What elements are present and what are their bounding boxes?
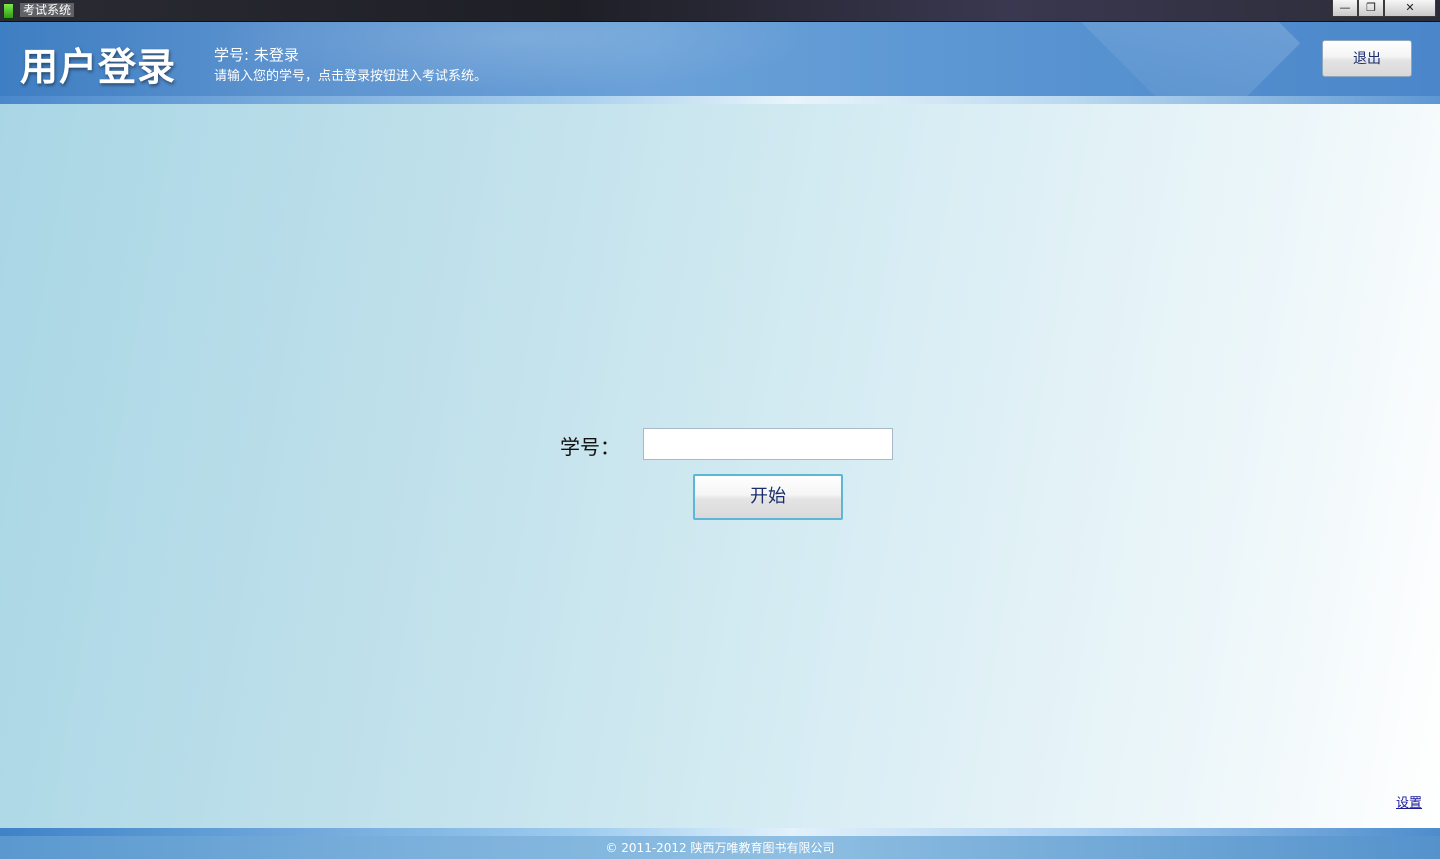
page-title: 用户登录 bbox=[20, 45, 177, 89]
header-banner: 用户登录 学号: 未登录 请输入您的学号，点击登录按钮进入考试系统。 退出 bbox=[0, 22, 1440, 96]
header-divider bbox=[0, 96, 1440, 104]
close-icon: ✕ bbox=[1405, 1, 1415, 14]
copyright-text: © 2011-2012 陕西万唯教育图书有限公司 bbox=[605, 841, 835, 855]
app-window: 考试系统 — ❐ ✕ 用户登录 学号: 未登录 请输入您的学号，点击登录按钮进入… bbox=[0, 0, 1440, 859]
footer: © 2011-2012 陕西万唯教育图书有限公司 bbox=[0, 836, 1440, 859]
restore-icon: ❐ bbox=[1366, 1, 1376, 14]
window-title: 考试系统 bbox=[20, 3, 75, 17]
close-button[interactable]: ✕ bbox=[1384, 0, 1436, 17]
student-id-input[interactable] bbox=[643, 428, 893, 460]
title-bar: 考试系统 — ❐ ✕ bbox=[0, 0, 1440, 22]
login-status: 学号: 未登录 bbox=[214, 46, 299, 64]
header-decoration-diamond bbox=[1059, 22, 1301, 96]
start-button[interactable]: 开始 bbox=[693, 474, 843, 520]
window-controls: — ❐ ✕ bbox=[1332, 0, 1436, 18]
app-icon bbox=[3, 3, 14, 19]
restore-button[interactable]: ❐ bbox=[1358, 0, 1384, 17]
footer-divider bbox=[0, 828, 1440, 836]
settings-link[interactable]: 设置 bbox=[1396, 792, 1422, 811]
exit-button[interactable]: 退出 bbox=[1322, 40, 1412, 77]
login-instruction: 请输入您的学号，点击登录按钮进入考试系统。 bbox=[214, 69, 488, 84]
student-id-label: 学号： bbox=[560, 435, 620, 459]
minimize-button[interactable]: — bbox=[1332, 0, 1358, 17]
minimize-icon: — bbox=[1339, 1, 1351, 14]
login-panel: 学号： 开始 设置 bbox=[0, 104, 1440, 828]
